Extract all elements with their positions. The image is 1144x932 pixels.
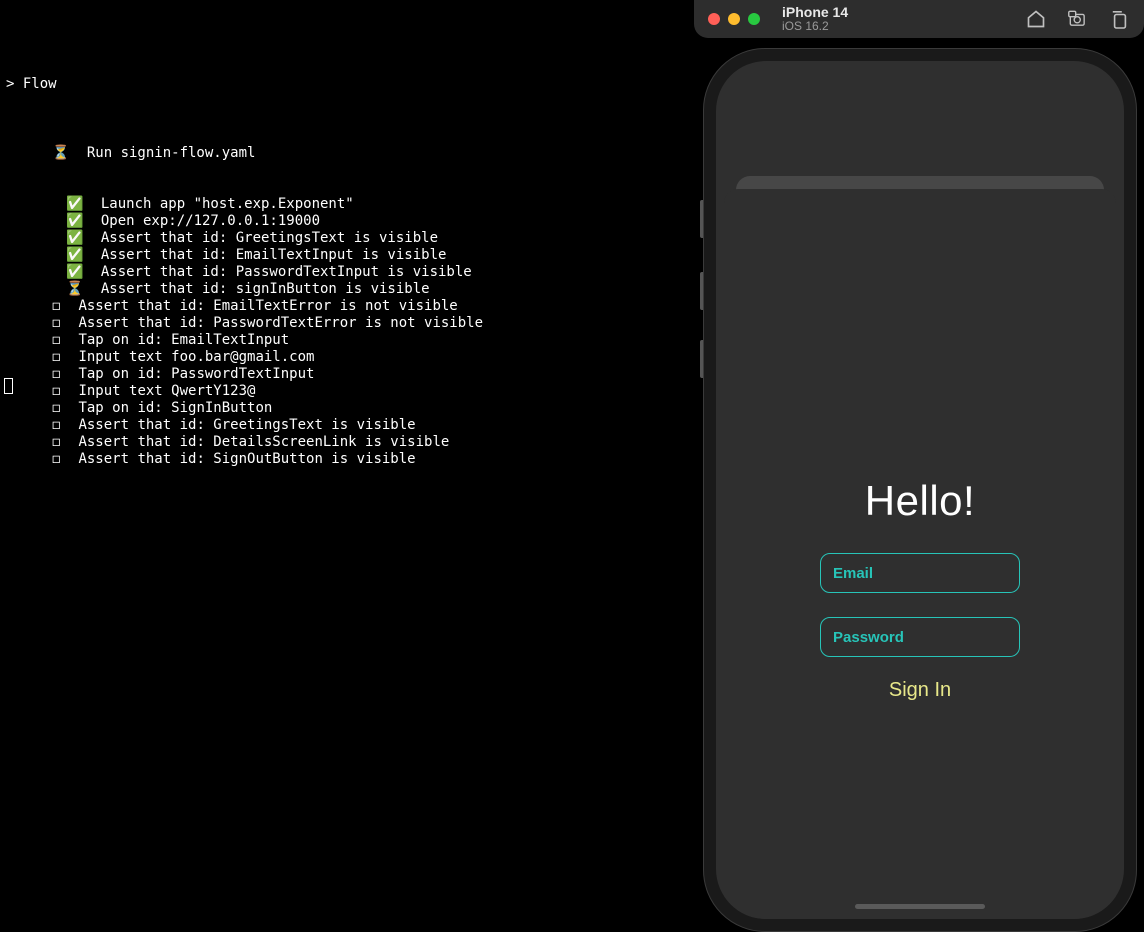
greetings-text: Hello!	[865, 477, 975, 525]
step-text: Open exp://127.0.0.1:19000	[101, 213, 320, 229]
window-controls[interactable]	[708, 13, 760, 25]
rotate-icon[interactable]	[1110, 9, 1130, 29]
run-line: ⏳ Run signin-flow.yaml	[6, 145, 694, 162]
check-icon: ✅	[66, 247, 84, 264]
test-step: ✅ Open exp://127.0.0.1:19000	[6, 213, 694, 230]
step-text: Tap on id: EmailTextInput	[78, 332, 289, 348]
hourglass-icon: ⏳	[66, 281, 84, 298]
step-text: Assert that id: SignOutButton is visible	[78, 451, 415, 467]
screenshot-icon[interactable]	[1068, 9, 1088, 29]
test-step: ◻ Tap on id: PasswordTextInput	[6, 366, 694, 383]
step-text: Assert that id: EmailTextInput is visibl…	[101, 247, 447, 263]
close-icon[interactable]	[708, 13, 720, 25]
check-icon: ✅	[66, 196, 84, 213]
email-label: Email	[833, 565, 873, 582]
test-step: ✅ Assert that id: PasswordTextInput is v…	[6, 264, 694, 281]
pending-icon: ◻	[52, 298, 70, 315]
test-step: ✅ Assert that id: EmailTextInput is visi…	[6, 247, 694, 264]
home-indicator[interactable]	[855, 904, 985, 909]
simulator-titlebar: iPhone 14 iOS 16.2	[694, 0, 1144, 38]
pending-icon: ◻	[52, 315, 70, 332]
step-text: Tap on id: PasswordTextInput	[78, 366, 314, 382]
password-label: Password	[833, 629, 904, 646]
test-step: ◻ Assert that id: DetailsScreenLink is v…	[6, 434, 694, 451]
test-step: ◻ Input text QwertY123@	[6, 383, 694, 400]
main-card: Hello! Email Password Sign In	[724, 189, 1116, 919]
phone-screen[interactable]: Hello! Email Password Sign In	[716, 61, 1124, 919]
simulator-title: iPhone 14 iOS 16.2	[782, 4, 848, 34]
test-step: ⏳ Assert that id: signInButton is visibl…	[6, 281, 694, 298]
step-text: Launch app "host.exp.Exponent"	[101, 196, 354, 212]
test-step: ◻ Tap on id: EmailTextInput	[6, 332, 694, 349]
pending-icon: ◻	[52, 349, 70, 366]
step-text: Assert that id: EmailTextError is not vi…	[78, 298, 457, 314]
test-step: ◻ Assert that id: PasswordTextError is n…	[6, 315, 694, 332]
os-version: iOS 16.2	[782, 20, 848, 34]
maximize-icon[interactable]	[748, 13, 760, 25]
terminal-cursor	[4, 378, 13, 394]
hourglass-icon: ⏳	[52, 145, 70, 162]
test-step: ✅ Assert that id: GreetingsText is visib…	[6, 230, 694, 247]
terminal-output: > Flow ⏳ Run signin-flow.yaml ✅ Launch a…	[0, 0, 700, 932]
test-step: ◻ Assert that id: GreetingsText is visib…	[6, 417, 694, 434]
run-text: Run signin-flow.yaml	[87, 145, 256, 161]
check-icon: ✅	[66, 230, 84, 247]
step-text: Assert that id: DetailsScreenLink is vis…	[78, 434, 449, 450]
step-text: Input text QwertY123@	[78, 383, 255, 399]
pending-icon: ◻	[52, 366, 70, 383]
minimize-icon[interactable]	[728, 13, 740, 25]
pending-icon: ◻	[52, 417, 70, 434]
step-text: Assert that id: GreetingsText is visible	[101, 230, 438, 246]
pending-icon: ◻	[52, 400, 70, 417]
password-field[interactable]: Password	[820, 617, 1020, 657]
signin-button[interactable]: Sign In	[889, 679, 951, 702]
check-icon: ✅	[66, 213, 84, 230]
pending-icon: ◻	[52, 383, 70, 400]
email-field[interactable]: Email	[820, 553, 1020, 593]
device-name: iPhone 14	[782, 4, 848, 20]
test-step: ◻ Assert that id: EmailTextError is not …	[6, 298, 694, 315]
step-text: Input text foo.bar@gmail.com	[78, 349, 314, 365]
test-step: ◻ Assert that id: SignOutButton is visib…	[6, 451, 694, 468]
phone-bezel: Hello! Email Password Sign In	[703, 48, 1137, 932]
step-text: Tap on id: SignInButton	[78, 400, 272, 416]
check-icon: ✅	[66, 264, 84, 281]
test-step: ◻ Tap on id: SignInButton	[6, 400, 694, 417]
test-step: ✅ Launch app "host.exp.Exponent"	[6, 196, 694, 213]
step-text: Assert that id: PasswordTextError is not…	[78, 315, 483, 331]
test-step: ◻ Input text foo.bar@gmail.com	[6, 349, 694, 366]
step-text: Assert that id: PasswordTextInput is vis…	[101, 264, 472, 280]
step-text: Assert that id: signInButton is visible	[101, 281, 430, 297]
flow-prompt: > Flow	[6, 76, 694, 93]
pending-icon: ◻	[52, 451, 70, 468]
step-text: Assert that id: GreetingsText is visible	[78, 417, 415, 433]
pending-icon: ◻	[52, 332, 70, 349]
pending-icon: ◻	[52, 434, 70, 451]
home-icon[interactable]	[1026, 9, 1046, 29]
